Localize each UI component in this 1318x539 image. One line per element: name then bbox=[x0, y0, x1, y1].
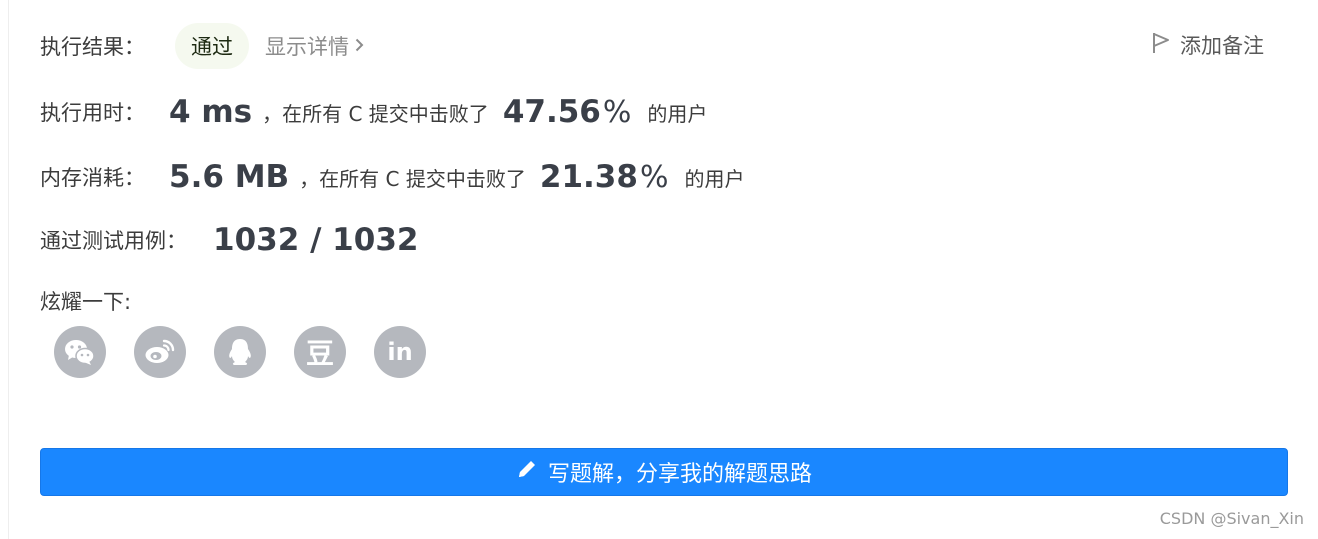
result-row: 执行结果： 通过 显示详情 bbox=[40, 22, 364, 70]
memory-suffix: 的用户 bbox=[684, 166, 745, 191]
runtime-row: 执行用时： 4 ms ，在所有 C 提交中击败了 47.56 % 的用户 bbox=[40, 88, 707, 136]
status-badge: 通过 bbox=[175, 23, 249, 69]
write-solution-button[interactable]: 写题解，分享我的解题思路 bbox=[40, 448, 1288, 496]
runtime-beat-text: ，在所有 C 提交中击败了 bbox=[262, 101, 489, 126]
watermark: CSDN @Sivan_Xin bbox=[1159, 509, 1304, 528]
left-divider bbox=[8, 0, 9, 539]
memory-percent: 21.38 bbox=[539, 159, 638, 195]
runtime-percent-sign: % bbox=[602, 94, 632, 130]
memory-label: 内存消耗： bbox=[40, 166, 145, 190]
add-note-label: 添加备注 bbox=[1180, 34, 1264, 58]
memory-value: 5.6 MB bbox=[169, 159, 290, 195]
share-label: 炫耀一下: bbox=[40, 290, 132, 314]
share-icons: 豆 in bbox=[54, 326, 426, 378]
runtime-percent: 47.56 bbox=[502, 94, 601, 130]
show-details-label: 显示详情 bbox=[265, 35, 349, 59]
memory-percent-sign: % bbox=[639, 159, 669, 195]
tests-value: 1032 / 1032 bbox=[213, 222, 419, 258]
runtime-suffix: 的用户 bbox=[647, 101, 708, 126]
chevron-right-icon bbox=[355, 37, 364, 56]
memory-row: 内存消耗： 5.6 MB ，在所有 C 提交中击败了 21.38 % 的用户 bbox=[40, 153, 744, 201]
qq-icon[interactable] bbox=[214, 326, 266, 378]
add-note-button[interactable]: 添加备注 bbox=[1152, 30, 1264, 60]
pencil-icon bbox=[516, 458, 548, 486]
linkedin-glyph: in bbox=[387, 338, 413, 366]
linkedin-icon[interactable]: in bbox=[374, 326, 426, 378]
flag-icon bbox=[1152, 32, 1180, 59]
tests-label: 通过测试用例： bbox=[40, 229, 187, 253]
runtime-label: 执行用时： bbox=[40, 101, 145, 125]
share-row: 炫耀一下: bbox=[40, 283, 131, 319]
result-label: 执行结果： bbox=[40, 35, 145, 59]
runtime-value: 4 ms bbox=[169, 94, 253, 130]
weibo-icon[interactable] bbox=[134, 326, 186, 378]
memory-beat-text: ，在所有 C 提交中击败了 bbox=[299, 166, 526, 191]
write-solution-label: 写题解，分享我的解题思路 bbox=[547, 462, 812, 487]
douban-icon[interactable]: 豆 bbox=[294, 326, 346, 378]
show-details-link[interactable]: 显示详情 bbox=[265, 31, 364, 61]
tests-row: 通过测试用例： 1032 / 1032 bbox=[40, 216, 418, 264]
douban-glyph: 豆 bbox=[305, 337, 334, 370]
wechat-icon[interactable] bbox=[54, 326, 106, 378]
